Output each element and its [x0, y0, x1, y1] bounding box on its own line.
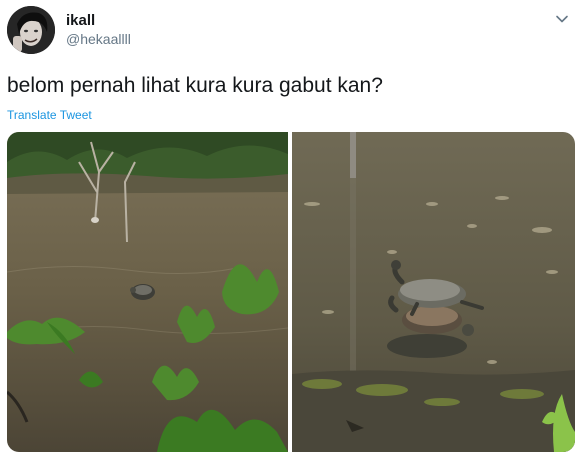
author-name[interactable]: ikall	[66, 12, 95, 29]
chevron-down-icon[interactable]	[555, 12, 569, 26]
tweet-text: belom pernah lihat kura kura gabut kan?	[7, 74, 383, 97]
author-handle[interactable]: @hekaallll	[66, 31, 131, 47]
tweet-media	[7, 132, 575, 452]
tweet-header: ikall @hekaallll	[7, 6, 577, 56]
translate-tweet-link[interactable]: Translate Tweet	[7, 108, 92, 122]
photo-turtle-pond[interactable]	[7, 132, 288, 452]
avatar[interactable]	[7, 6, 55, 54]
photo-stacked-turtles[interactable]	[292, 132, 575, 452]
